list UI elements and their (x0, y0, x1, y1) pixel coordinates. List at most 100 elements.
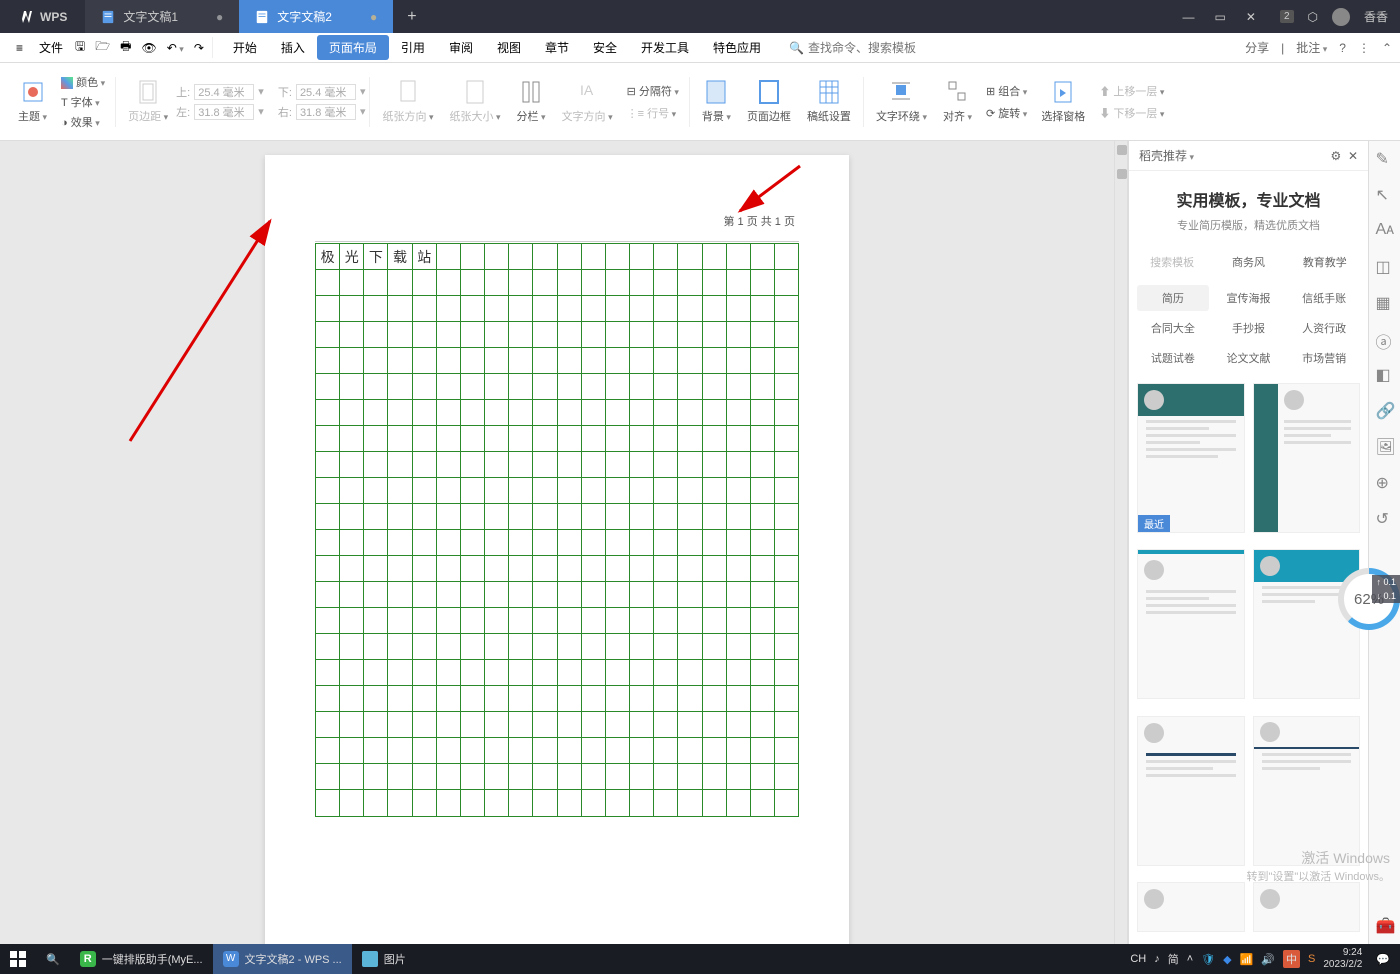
tab-devtools[interactable]: 开发工具 (629, 35, 701, 60)
tray-app-icon[interactable]: ◆ (1223, 953, 1231, 966)
tray-volume-icon[interactable]: 🔊 (1261, 953, 1275, 966)
template-item[interactable] (1137, 549, 1245, 699)
tray-expand-icon[interactable]: ˄ (1187, 953, 1193, 965)
font-button[interactable]: T 字体 (61, 94, 105, 110)
tab-review[interactable]: 审阅 (437, 35, 485, 60)
share-button[interactable]: 分享 (1245, 39, 1269, 56)
template-item[interactable]: 最近 (1137, 383, 1245, 533)
new-tab-button[interactable]: + (393, 8, 430, 26)
move-down-button[interactable]: ⬇ 下移一层 (1099, 105, 1164, 121)
group-button[interactable]: ⊞ 组合 (986, 83, 1027, 99)
minimize-icon[interactable]: — (1183, 10, 1195, 24)
open-icon[interactable]: 🗁 (95, 37, 110, 58)
search-button[interactable]: 🔍 (36, 944, 70, 974)
print-icon[interactable]: 🖶 (120, 37, 131, 58)
cursor-icon[interactable]: ↖ (1376, 185, 1394, 203)
ime-mode[interactable]: ♪ (1154, 953, 1160, 965)
color-button[interactable]: 颜色 (61, 74, 105, 90)
template-item[interactable] (1253, 882, 1361, 932)
page-margin-button[interactable]: 页边距 (120, 68, 176, 136)
text-wrap-button[interactable]: 文字环绕 (868, 68, 935, 136)
category-试题试卷[interactable]: 试题试卷 (1137, 345, 1209, 371)
tab-special[interactable]: 特色应用 (701, 35, 773, 60)
category-合同大全[interactable]: 合同大全 (1137, 315, 1209, 341)
margin-right-input[interactable] (296, 104, 356, 120)
tab-doc2[interactable]: 文字文稿2 ● (239, 0, 393, 33)
manuscript-grid[interactable]: 极光下载站 (315, 243, 799, 817)
tab-view[interactable]: 视图 (485, 35, 533, 60)
category-简历[interactable]: 简历 (1137, 285, 1209, 311)
margin-bottom-input[interactable] (296, 84, 356, 100)
panel-close-icon[interactable]: ✕ (1348, 149, 1358, 163)
category-人资行政[interactable]: 人资行政 (1288, 315, 1360, 341)
close-window-icon[interactable]: ✕ (1246, 10, 1256, 24)
image-icon[interactable]: 🖼 (1376, 437, 1394, 455)
collapse-ribbon-icon[interactable]: ⌃ (1382, 41, 1392, 55)
tab-start[interactable]: 开始 (221, 35, 269, 60)
template-item[interactable] (1253, 549, 1361, 699)
category-市场营销[interactable]: 市场营销 (1288, 345, 1360, 371)
close-icon[interactable]: ● (370, 10, 377, 24)
manuscript-button[interactable]: 稿纸设置 (799, 68, 859, 136)
template-tab-edu[interactable]: 教育教学 (1290, 249, 1360, 275)
columns-button[interactable]: 分栏 (509, 68, 554, 136)
tray-sogou-icon[interactable]: S (1308, 953, 1315, 965)
clock[interactable]: 9:24 2023/2/2 (1323, 947, 1368, 971)
tray-ime-cn[interactable]: 中 (1283, 950, 1300, 968)
skin-icon[interactable]: ⬡ (1308, 10, 1318, 24)
move-up-button[interactable]: ⬆ 上移一层 (1099, 83, 1164, 99)
taskbar-app-2[interactable]: W文字文稿2 - WPS ... (213, 944, 352, 974)
rotate-button[interactable]: ⟳ 旋转 (986, 105, 1027, 121)
ime-badge[interactable]: CH (1130, 953, 1146, 965)
taskbar-app-3[interactable]: 图片 (352, 944, 416, 974)
table-icon[interactable]: ▦ (1376, 293, 1394, 311)
tab-doc1[interactable]: 文字文稿1 ● (85, 0, 239, 33)
style-icon[interactable]: Aᴀ (1376, 221, 1394, 239)
start-button[interactable] (0, 944, 36, 974)
text-direction-button[interactable]: IA文字方向 (554, 68, 621, 136)
print-preview-icon[interactable]: 👁 (141, 41, 156, 55)
template-item[interactable] (1137, 882, 1245, 932)
annotate-button[interactable]: 批注 (1296, 39, 1327, 56)
file-menu[interactable]: 文件 (31, 39, 71, 56)
category-手抄报[interactable]: 手抄报 (1213, 315, 1285, 341)
pencil-icon[interactable]: ✎ (1376, 149, 1394, 167)
tray-security-icon[interactable]: 🛡 (1201, 953, 1215, 966)
maximize-icon[interactable]: ▭ (1215, 10, 1226, 24)
category-信纸手账[interactable]: 信纸手账 (1288, 285, 1360, 311)
template-tab-biz[interactable]: 商务风 (1213, 249, 1283, 275)
scroll-track[interactable] (1114, 141, 1128, 944)
effect-button[interactable]: ◑ 效果 (61, 114, 105, 130)
undo-button[interactable]: ↶ (167, 41, 184, 55)
outline-icon[interactable]: ◧ (1376, 365, 1394, 383)
panel-title[interactable]: 稻壳推荐 (1139, 147, 1194, 164)
tab-section[interactable]: 章节 (533, 35, 581, 60)
background-button[interactable]: 背景 (694, 68, 739, 136)
break-button[interactable]: ⊟ 分隔符 (627, 83, 679, 99)
paper-size-button[interactable]: 纸张大小 (442, 68, 509, 136)
tab-reference[interactable]: 引用 (389, 35, 437, 60)
category-宣传海报[interactable]: 宣传海报 (1213, 285, 1285, 311)
more-icon[interactable]: ⋮ (1358, 41, 1370, 55)
template-item[interactable] (1137, 716, 1245, 866)
page-border-button[interactable]: 页面边框 (739, 68, 799, 136)
help-icon[interactable]: ? (1339, 41, 1346, 55)
avatar[interactable] (1332, 8, 1350, 26)
scroll-nub[interactable] (1117, 169, 1127, 179)
find-icon[interactable]: ⓐ (1376, 329, 1394, 347)
page-container[interactable]: 第 1 页 共 1 页 极光下载站 (0, 141, 1114, 944)
link-icon[interactable]: 🔗 (1376, 401, 1394, 419)
save-icon[interactable]: 🖫 (75, 37, 85, 58)
template-search-tab[interactable]: 搜索模板 (1137, 249, 1207, 275)
tab-insert[interactable]: 插入 (269, 35, 317, 60)
orientation-button[interactable]: 纸张方向 (374, 68, 441, 136)
scroll-nub[interactable] (1117, 145, 1127, 155)
search-input[interactable] (808, 41, 928, 55)
margin-top-input[interactable] (194, 84, 254, 100)
tools-icon[interactable]: 🧰 (1376, 916, 1394, 934)
panel-settings-icon[interactable]: ⚙ (1331, 149, 1342, 163)
category-论文文献[interactable]: 论文文献 (1213, 345, 1285, 371)
history-icon[interactable]: ↺ (1376, 509, 1394, 527)
close-icon[interactable]: ● (216, 10, 223, 24)
theme-button[interactable]: 主题 (10, 68, 55, 136)
